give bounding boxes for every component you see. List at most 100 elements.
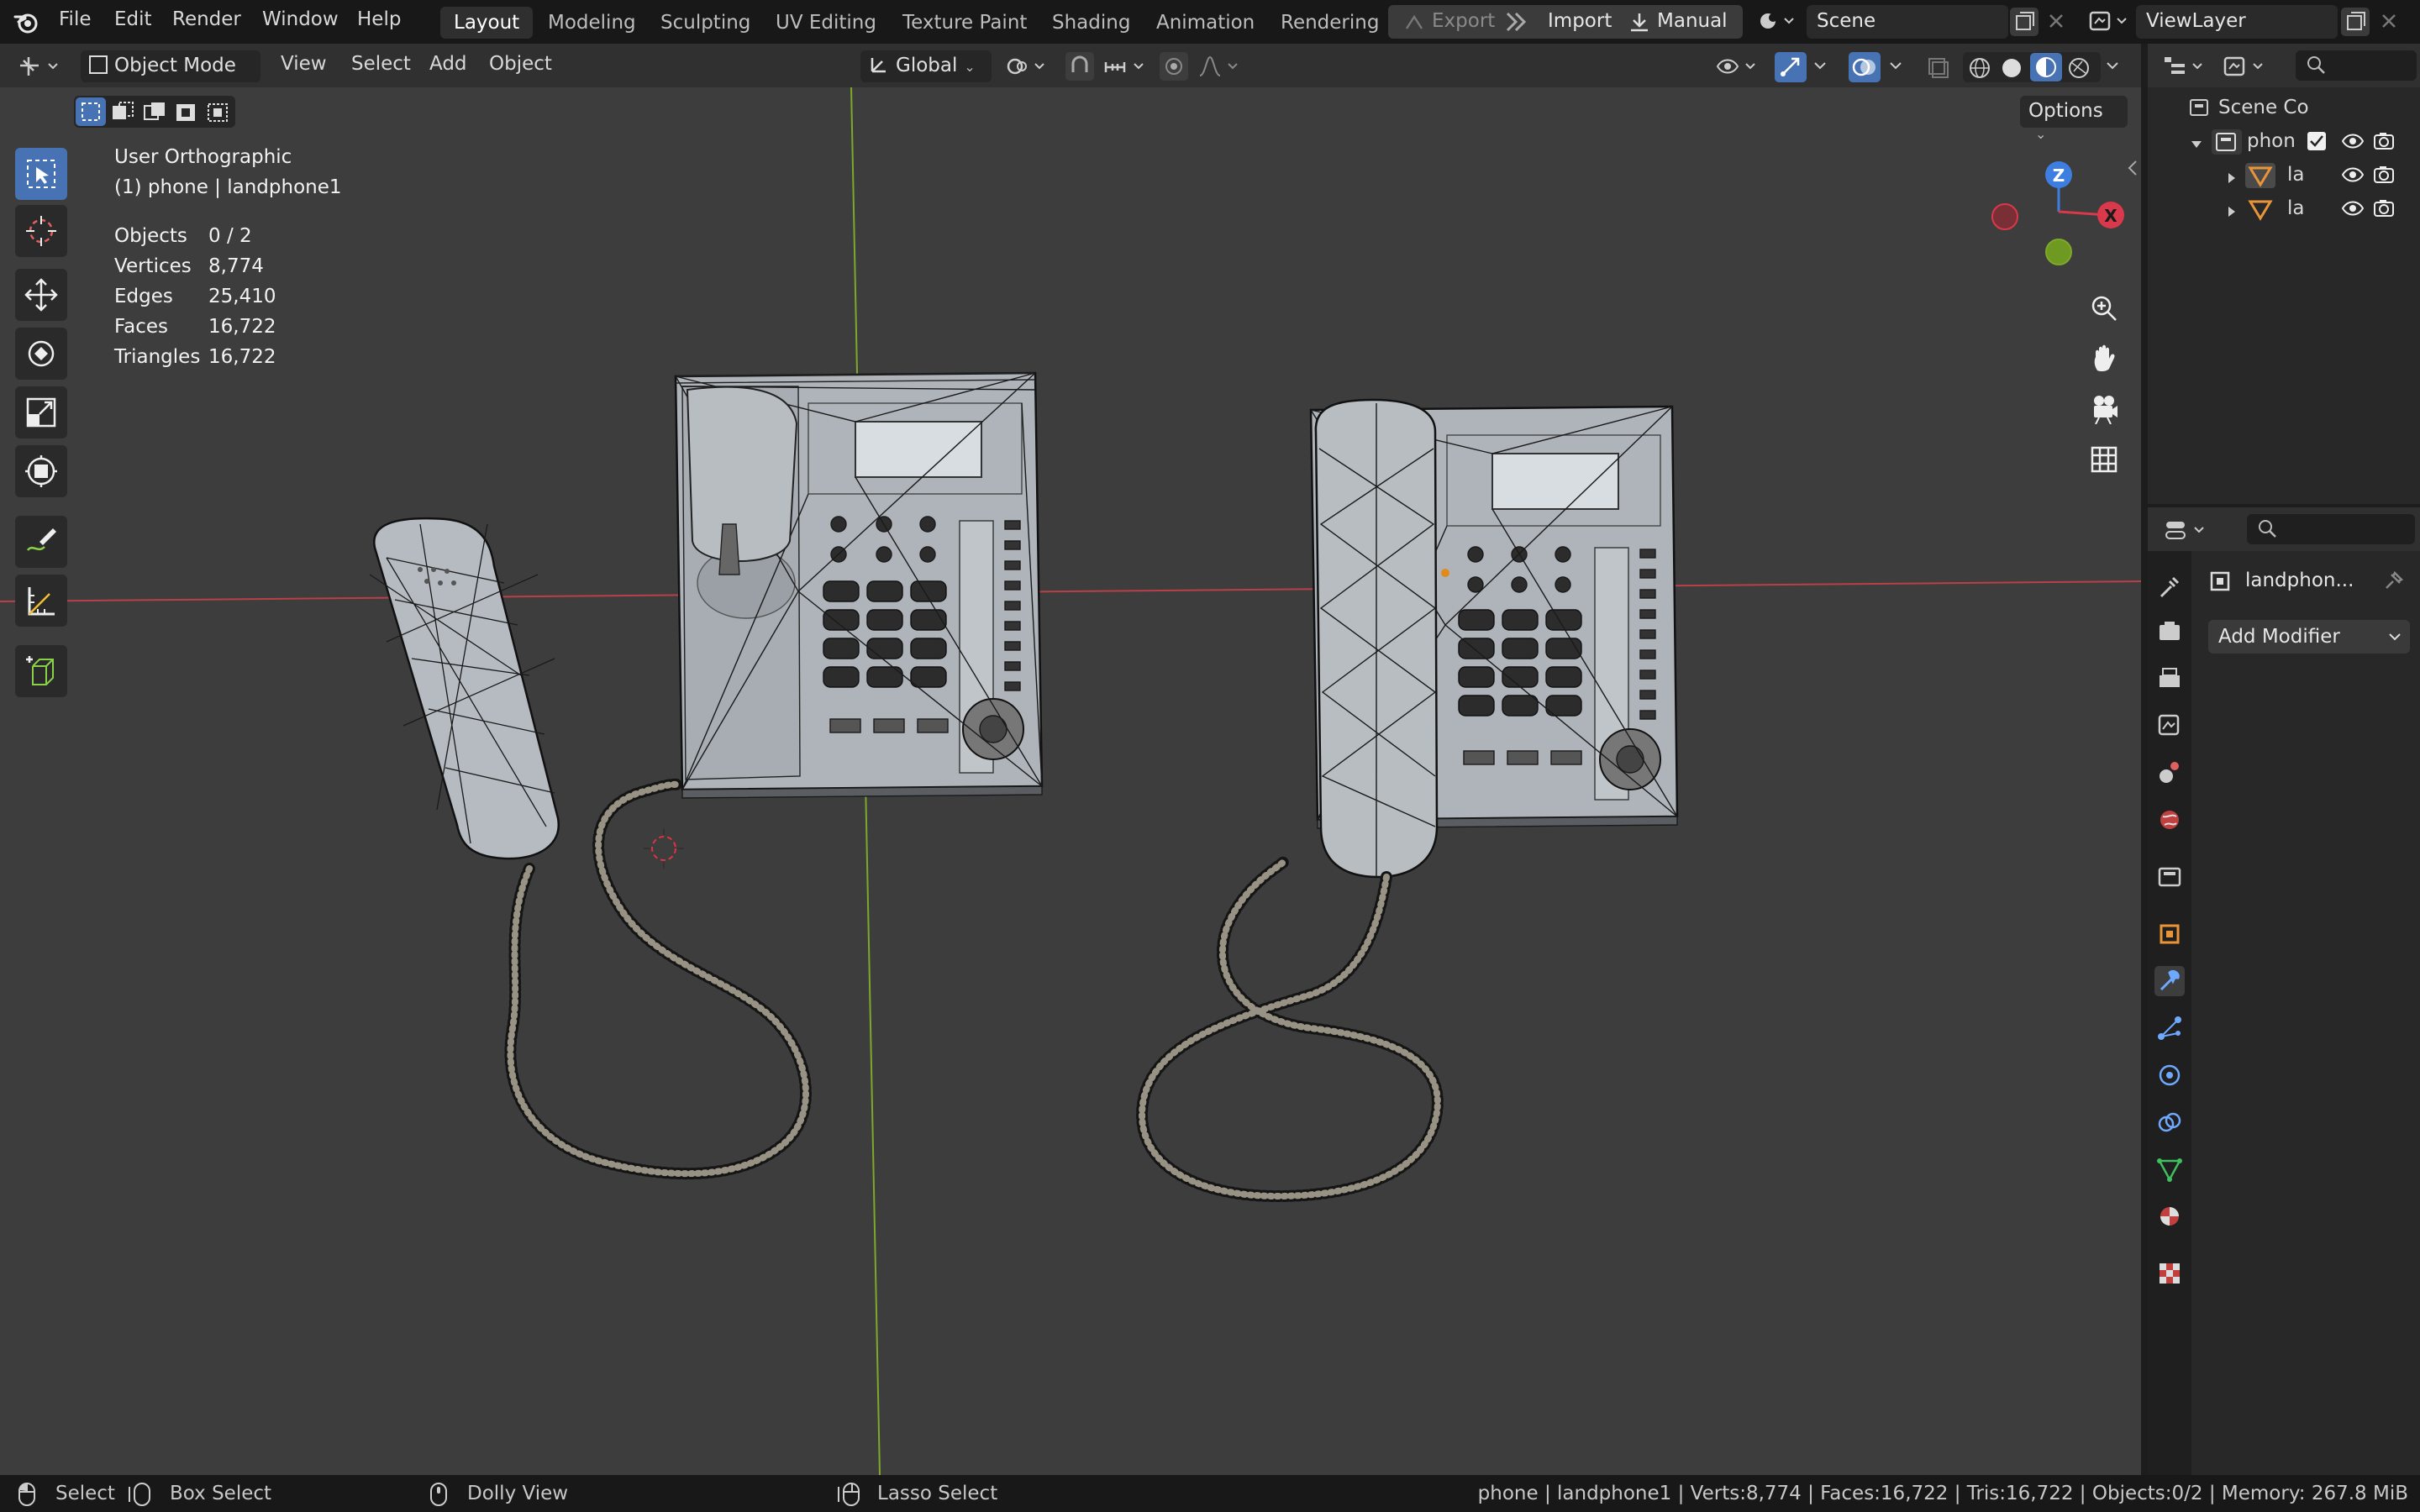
eye-icon[interactable] xyxy=(2341,198,2365,223)
sidebar-toggle-icon[interactable] xyxy=(2126,158,2139,183)
output-tab-icon[interactable] xyxy=(2154,664,2185,694)
menu-edit[interactable]: Edit xyxy=(114,8,152,30)
menu-help[interactable]: Help xyxy=(357,8,401,30)
expand-arrow-icon[interactable] xyxy=(2225,168,2238,190)
material-shading-icon[interactable] xyxy=(2030,53,2062,81)
object-tab-icon[interactable] xyxy=(2154,919,2185,949)
delete-scene-icon[interactable] xyxy=(2045,10,2067,37)
tab-texture-paint[interactable]: Texture Paint xyxy=(889,7,1040,39)
expand-arrow-icon[interactable] xyxy=(2225,202,2238,223)
move-tool[interactable] xyxy=(15,269,67,321)
options-dropdown[interactable]: Options ⌄ xyxy=(2020,96,2128,142)
scale-tool[interactable] xyxy=(15,386,67,438)
new-view-layer-icon[interactable] xyxy=(2341,8,2370,36)
camera-icon[interactable] xyxy=(2373,165,2396,190)
properties-search-field[interactable] xyxy=(2247,514,2415,544)
tab-layout[interactable]: Layout xyxy=(440,7,534,39)
editor-type-icon[interactable] xyxy=(17,54,64,84)
menu-render[interactable]: Render xyxy=(172,8,241,30)
visibility-icon[interactable] xyxy=(1714,54,1761,84)
outliner-row-landphone1[interactable]: la xyxy=(2148,158,2420,192)
properties-editor-type-icon[interactable] xyxy=(2163,517,2210,548)
physics-tab-icon[interactable] xyxy=(2154,1060,2185,1090)
outliner-row-scene-collection[interactable]: Scene Co xyxy=(2148,91,2420,124)
gizmo-dropdown-icon[interactable] xyxy=(1812,55,1828,81)
render-tab-icon[interactable] xyxy=(2154,617,2185,647)
material-tab-icon[interactable] xyxy=(2154,1201,2185,1231)
menu-add[interactable]: Add xyxy=(429,53,467,75)
data-tab-icon[interactable] xyxy=(2154,1154,2185,1184)
add-modifier-dropdown[interactable]: Add Modifier xyxy=(2208,620,2410,654)
menu-window[interactable]: Window xyxy=(262,8,339,30)
snap-icon[interactable] xyxy=(1065,52,1094,81)
scene-name-field[interactable]: Scene xyxy=(1807,5,2008,39)
annotate-tool[interactable] xyxy=(15,516,67,568)
falloff-icon[interactable] xyxy=(1197,54,1244,84)
menu-select[interactable]: Select xyxy=(351,53,411,75)
gizmo-toggle-icon[interactable] xyxy=(1775,52,1807,82)
perspective-toggle-button[interactable] xyxy=(2081,437,2127,482)
particles-tab-icon[interactable] xyxy=(2154,1013,2185,1043)
shading-dropdown-icon[interactable] xyxy=(2104,55,2121,81)
rotate-tool[interactable] xyxy=(15,328,67,380)
wireframe-shading-icon[interactable] xyxy=(1968,56,1991,85)
delete-view-layer-icon[interactable] xyxy=(2378,10,2400,37)
solid-shading-icon[interactable] xyxy=(2000,56,2023,85)
rendered-shading-icon[interactable] xyxy=(2067,56,2091,85)
checkbox-icon[interactable] xyxy=(2307,132,2326,150)
tab-rendering[interactable]: Rendering xyxy=(1267,7,1392,39)
constraints-tab-icon[interactable] xyxy=(2154,1107,2185,1137)
eye-icon[interactable] xyxy=(2341,131,2365,156)
select-new-icon[interactable] xyxy=(76,97,106,126)
tab-sculpting[interactable]: Sculpting xyxy=(647,7,764,39)
modifier-tab-icon[interactable] xyxy=(2154,966,2185,996)
xray-toggle-icon[interactable] xyxy=(1926,55,1949,84)
select-intersect-icon[interactable] xyxy=(203,97,234,131)
pivot-point-icon[interactable] xyxy=(1005,54,1050,84)
menu-object[interactable]: Object xyxy=(489,53,552,75)
display-mode-icon[interactable] xyxy=(2222,54,2269,84)
tab-animation[interactable]: Animation xyxy=(1143,7,1268,39)
view-layer-tab-icon[interactable] xyxy=(2154,711,2185,741)
outliner-row-phone[interactable]: phone xyxy=(2148,124,2420,158)
tab-shading[interactable]: Shading xyxy=(1039,7,1144,39)
proportional-editing-icon[interactable] xyxy=(1160,52,1188,81)
import-button[interactable]: Import xyxy=(1548,10,1612,32)
view-layer-type-icon[interactable] xyxy=(2087,8,2129,39)
cursor-tool[interactable] xyxy=(15,205,67,257)
menu-view[interactable]: View xyxy=(281,53,327,75)
select-subtract-icon[interactable] xyxy=(139,97,170,131)
select-invert-icon[interactable] xyxy=(171,97,202,131)
zoom-button[interactable] xyxy=(2081,286,2127,331)
overlays-toggle-icon[interactable] xyxy=(1849,52,1881,82)
pin-icon[interactable] xyxy=(2381,570,2405,598)
collection-tab-icon[interactable] xyxy=(2154,862,2185,892)
select-extend-icon[interactable] xyxy=(108,97,138,131)
texture-tab-icon[interactable] xyxy=(2154,1258,2185,1289)
pan-button[interactable] xyxy=(2081,336,2127,381)
manual-button[interactable]: Manual xyxy=(1657,10,1728,32)
tool-tab-icon[interactable] xyxy=(2154,571,2185,601)
scene-tab-icon[interactable] xyxy=(2154,758,2185,788)
menu-file[interactable]: File xyxy=(59,8,92,30)
scene-type-icon[interactable] xyxy=(1756,8,1795,39)
tab-modeling[interactable]: Modeling xyxy=(534,7,650,39)
expand-arrow-icon[interactable] xyxy=(2190,134,2203,156)
snap-target-icon[interactable] xyxy=(1102,54,1150,84)
3d-viewport[interactable]: Z X User Orthographic (1) phone | landph… xyxy=(0,87,2141,1475)
export-button[interactable]: Export xyxy=(1432,10,1495,32)
new-scene-icon[interactable] xyxy=(2010,8,2039,36)
camera-icon[interactable] xyxy=(2373,198,2396,223)
outliner-editor-type-icon[interactable] xyxy=(2161,54,2208,84)
orientation-dropdown[interactable]: Global ⌄ xyxy=(860,50,992,82)
world-tab-icon[interactable] xyxy=(2154,805,2185,835)
outliner-search-field[interactable] xyxy=(2296,50,2417,81)
measure-tool[interactable] xyxy=(15,575,67,627)
camera-view-button[interactable] xyxy=(2081,386,2127,432)
mode-dropdown[interactable]: Object Mode⌄ xyxy=(81,50,260,97)
outliner-row-landphone2[interactable]: la xyxy=(2148,192,2420,225)
eye-icon[interactable] xyxy=(2341,165,2365,190)
view-layer-field[interactable]: ViewLayer xyxy=(2136,5,2338,39)
add-cube-tool[interactable] xyxy=(15,645,67,697)
overlays-dropdown-icon[interactable] xyxy=(1887,55,1904,81)
